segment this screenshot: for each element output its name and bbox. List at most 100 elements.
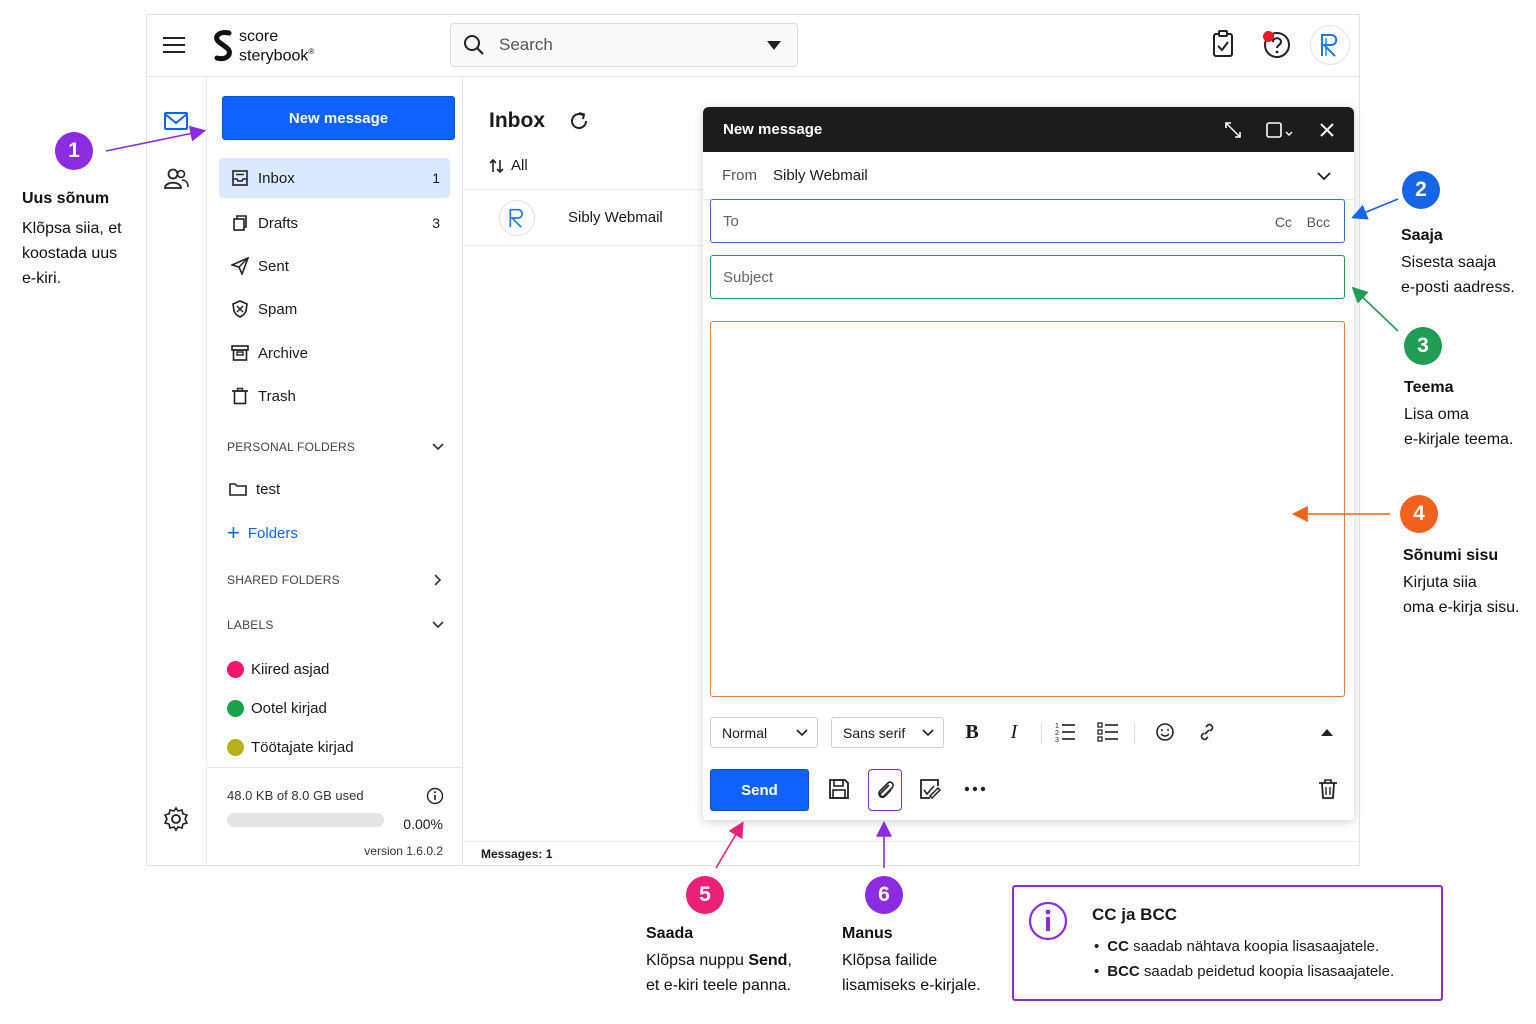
info-icon[interactable] xyxy=(426,787,444,805)
folder-item-test[interactable]: test xyxy=(219,469,450,509)
italic-button[interactable]: I xyxy=(1001,719,1027,745)
message-sender: Sibly Webmail xyxy=(568,209,663,226)
annotation-badge-3: 3 xyxy=(1404,327,1442,365)
search-bar[interactable] xyxy=(450,23,798,67)
attachment-button[interactable] xyxy=(868,769,902,811)
mail-icon[interactable] xyxy=(162,107,190,135)
subject-input[interactable] xyxy=(723,268,1243,286)
sidebar-item-trash[interactable]: Trash xyxy=(219,376,450,416)
bold-button[interactable]: B xyxy=(959,719,985,745)
info-item-text: saadab nähtava koopia lisasaajatele. xyxy=(1128,938,1380,955)
folder-sidebar: New message Inbox 1 Drafts 3 Sent Spam A… xyxy=(207,77,463,865)
annotation-line: Lisa oma xyxy=(1404,406,1469,423)
logo-text-line1: score xyxy=(239,27,279,45)
sidebar-item-sent[interactable]: Sent xyxy=(219,246,450,286)
label-item-tootajate-kirjad[interactable]: Töötajate kirjad xyxy=(227,735,354,759)
sidebar-item-spam[interactable]: Spam xyxy=(219,289,450,329)
annotation-line: et e-kiri teele panna. xyxy=(646,977,791,994)
plus-icon: + xyxy=(227,520,240,545)
sidebar-item-archive[interactable]: Archive xyxy=(219,333,450,373)
annotation-line: Klõpsa nuppu xyxy=(646,952,749,969)
label-name: Kiired asjad xyxy=(251,660,330,678)
annotation-title-5: Saada xyxy=(646,925,694,942)
unread-count: 1 xyxy=(432,170,440,186)
annotation-title-6: Manus xyxy=(842,925,893,942)
expand-icon[interactable] xyxy=(1223,120,1243,140)
from-selector[interactable]: From Sibly Webmail xyxy=(703,152,1354,200)
from-label: From xyxy=(722,167,757,184)
logo-text-line2: sterybook xyxy=(239,47,309,65)
sort-label: All xyxy=(511,157,528,174)
refresh-icon[interactable] xyxy=(567,109,591,133)
add-folders-label: Folders xyxy=(247,524,298,542)
new-message-button[interactable]: New message xyxy=(222,96,455,140)
annotation-title-4: Sõnumi sisu xyxy=(1403,547,1499,564)
emoji-smiley-icon[interactable] xyxy=(1152,719,1178,745)
signature-icon[interactable] xyxy=(918,777,942,801)
shared-folders-header[interactable]: SHARED FOLDERS xyxy=(227,570,447,590)
sort-filter-control[interactable]: All xyxy=(489,157,528,174)
bcc-toggle[interactable]: Bcc xyxy=(1307,214,1330,230)
label-item-kiired-asjad[interactable]: Kiired asjad xyxy=(227,657,329,681)
annotation-line: , xyxy=(787,952,792,969)
storage-panel: 48.0 KB of 8.0 GB used 0.00% version 1.6… xyxy=(207,767,463,865)
trash-can-icon xyxy=(232,387,248,405)
message-row[interactable]: Sibly Webmail xyxy=(463,190,703,246)
font-family-select[interactable]: Sans serif xyxy=(831,717,944,748)
sidebar-item-label: Drafts xyxy=(258,214,299,232)
collapse-toolbar-icon[interactable] xyxy=(1314,719,1340,745)
info-icon xyxy=(1028,901,1068,941)
close-icon[interactable] xyxy=(1317,120,1337,140)
logo-registered-mark: ® xyxy=(308,46,315,56)
numbered-list-icon[interactable]: 123 xyxy=(1052,719,1078,745)
sidebar-item-inbox[interactable]: Inbox 1 xyxy=(219,158,450,198)
annotation-text-4: Kirjuta siia oma e-kirja sisu. xyxy=(1403,570,1519,620)
section-head-label: SHARED FOLDERS xyxy=(227,573,340,587)
annotation-text-1: Klõpsa siia, et koostada uus e-kiri. xyxy=(22,216,122,291)
compose-action-bar: Send xyxy=(703,767,1354,817)
cc-toggle[interactable]: Cc xyxy=(1275,214,1292,230)
minimize-window-icon[interactable] xyxy=(1265,120,1295,140)
search-dropdown-caret-icon[interactable] xyxy=(767,41,781,50)
user-avatar[interactable] xyxy=(1310,25,1350,65)
to-input[interactable] xyxy=(723,212,1243,230)
top-bar: score sterybook® xyxy=(147,15,1359,77)
sender-avatar xyxy=(499,199,535,236)
toolbar-separator xyxy=(1134,723,1135,743)
app-logo[interactable]: score sterybook® xyxy=(211,28,314,64)
bullet-list-icon[interactable] xyxy=(1095,719,1121,745)
label-item-ootel-kirjad[interactable]: Ootel kirjad xyxy=(227,696,327,720)
chevron-down-icon xyxy=(432,443,444,451)
subject-field[interactable] xyxy=(710,255,1345,299)
chevron-down-icon xyxy=(796,729,808,737)
discard-trash-icon[interactable] xyxy=(1316,777,1340,801)
sidebar-item-drafts[interactable]: Drafts 3 xyxy=(219,203,450,243)
info-item-bold: CC xyxy=(1107,938,1129,955)
svg-text:2: 2 xyxy=(1055,730,1059,737)
folder-label: test xyxy=(256,480,281,498)
text-style-select[interactable]: Normal xyxy=(710,717,818,748)
message-body-editor[interactable] xyxy=(710,321,1345,697)
contacts-icon[interactable] xyxy=(162,165,190,193)
sidebar-item-label: Sent xyxy=(258,257,289,275)
annotation-text-3: Lisa oma e-kirjale teema. xyxy=(1404,402,1513,452)
clipboard-check-icon[interactable] xyxy=(1205,27,1241,63)
annotation-title-1: Uus sõnum xyxy=(22,190,110,207)
more-options-icon[interactable] xyxy=(963,777,987,801)
settings-gear-icon[interactable] xyxy=(162,805,190,833)
avatar-r-logo-icon xyxy=(509,208,524,228)
send-button[interactable]: Send xyxy=(710,769,809,811)
personal-folders-header[interactable]: PERSONAL FOLDERS xyxy=(227,437,447,457)
save-draft-icon[interactable] xyxy=(827,777,851,801)
labels-header[interactable]: LABELS xyxy=(227,615,447,635)
annotation-badge-5: 5 xyxy=(686,876,724,914)
chevron-down-icon xyxy=(922,729,934,737)
add-folders-link[interactable]: + Folders xyxy=(227,521,298,545)
link-icon[interactable] xyxy=(1194,719,1220,745)
label-name: Töötajate kirjad xyxy=(251,738,354,756)
annotation-badge-4: 4 xyxy=(1400,495,1438,533)
annotation-title-3: Teema xyxy=(1404,379,1454,396)
to-field[interactable]: Cc Bcc xyxy=(710,199,1345,243)
hamburger-menu-icon[interactable] xyxy=(163,35,185,55)
search-input[interactable] xyxy=(499,35,749,55)
